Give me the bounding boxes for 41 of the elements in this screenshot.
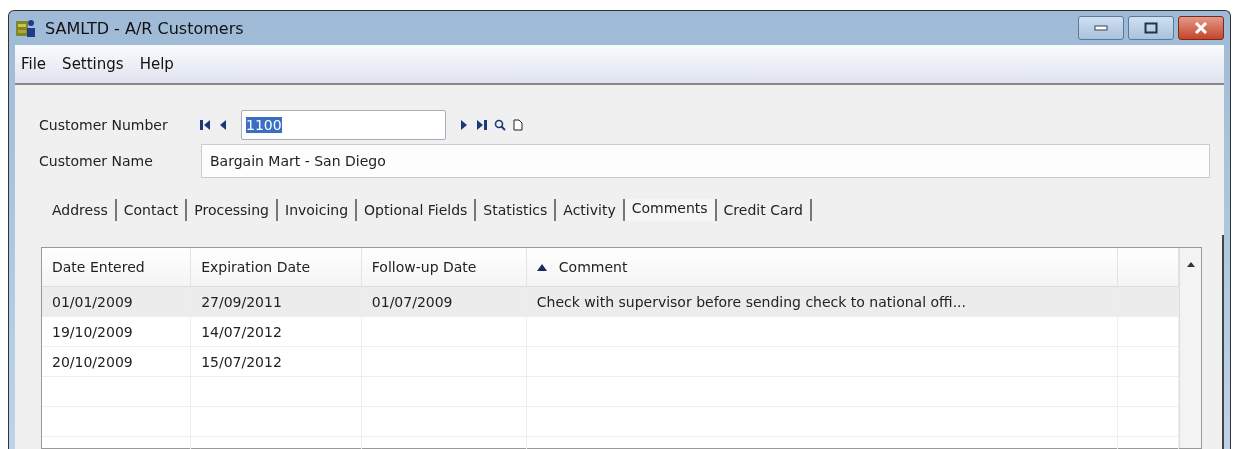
window-title: SAMLTD - A/R Customers (45, 18, 245, 38)
column-header[interactable]: Date Entered (42, 248, 191, 287)
tab[interactable]: Contact (116, 199, 188, 221)
tab[interactable]: Statistics (476, 199, 557, 221)
column-header[interactable]: Expiration Date (190, 248, 362, 287)
tab[interactable]: Comments (624, 199, 717, 221)
tab[interactable]: Processing (187, 199, 278, 221)
table-cell: 27/09/2011 (201, 293, 282, 310)
tab[interactable]: Credit Card (716, 199, 812, 221)
close-button[interactable] (1178, 16, 1224, 40)
table-cell: 01/01/2009 (52, 293, 133, 310)
table-cell: 19/10/2009 (52, 323, 133, 340)
tab[interactable]: Optional Fields (357, 199, 477, 221)
search-icon[interactable] (494, 119, 506, 131)
table-cell: 14/07/2012 (201, 323, 282, 340)
tab[interactable]: Invoicing (278, 199, 358, 221)
table-cell: 01/07/2009 (371, 293, 453, 310)
maximize-icon (1144, 22, 1158, 34)
sort-ascending-icon (536, 263, 547, 271)
first-record-icon[interactable] (199, 119, 211, 131)
new-document-icon[interactable] (512, 119, 524, 131)
tab[interactable]: Address (45, 199, 117, 221)
app-icon (15, 18, 37, 38)
menu-item[interactable]: Settings (62, 55, 124, 73)
scrollbar[interactable] (1179, 248, 1201, 448)
last-record-icon[interactable] (476, 119, 488, 131)
close-icon (1194, 22, 1208, 34)
field-label: Customer Number (39, 117, 169, 133)
scroll-up-icon[interactable] (1186, 262, 1195, 267)
menu-item[interactable]: File (21, 55, 47, 73)
column-header[interactable]: Comment (526, 248, 1118, 287)
column-header[interactable]: Follow-up Date (361, 248, 527, 287)
customer-name-field[interactable]: Bargain Mart - San Diego (201, 144, 1210, 178)
menu-item[interactable]: Help (139, 55, 174, 73)
minimize-icon (1094, 25, 1108, 31)
field-label: Customer Name (39, 153, 154, 169)
table-cell: Check with supervisor before sending check to national offi... (536, 293, 966, 310)
table-cell: 20/10/2009 (52, 353, 133, 370)
maximize-button[interactable] (1128, 16, 1174, 40)
customer-number-field[interactable]: 1100 (241, 110, 446, 140)
table-cell: 15/07/2012 (201, 353, 282, 370)
